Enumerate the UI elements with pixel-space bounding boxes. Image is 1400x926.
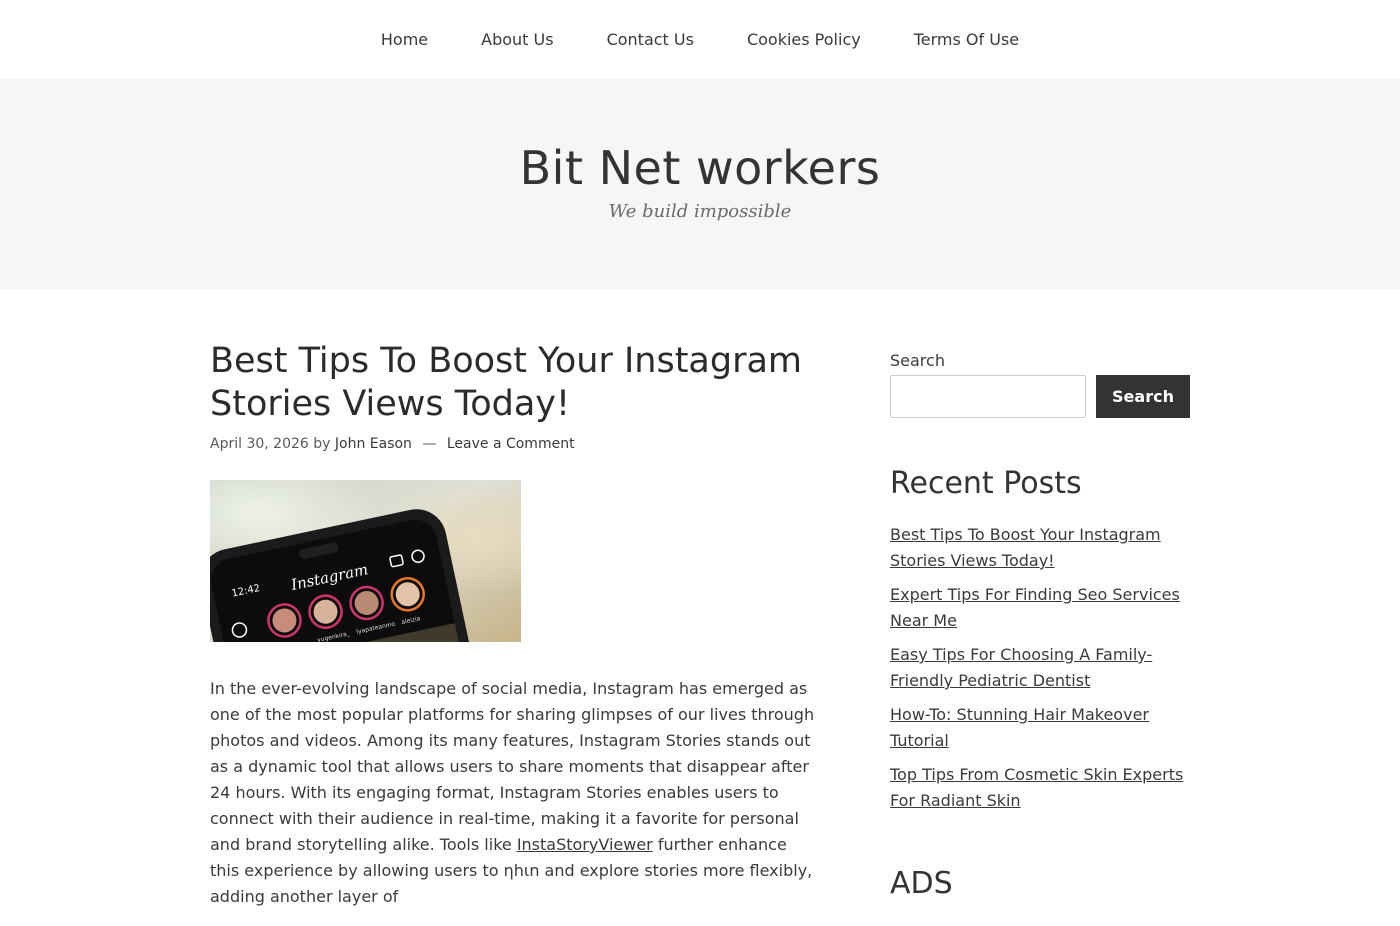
- nav-item-contact-us[interactable]: Contact Us: [580, 0, 720, 79]
- ads-title: ADS: [890, 866, 953, 901]
- search-label: Search: [890, 351, 945, 370]
- list-item: Best Tips To Boost Your Instagram Storie…: [890, 522, 1190, 574]
- list-item: Top Tips From Cosmetic Skin Experts For …: [890, 762, 1190, 814]
- leave-comment-link[interactable]: Leave a Comment: [447, 436, 575, 452]
- post-author-link[interactable]: John Eason: [335, 436, 412, 452]
- recent-post-link[interactable]: Best Tips To Boost Your Instagram Storie…: [890, 525, 1161, 570]
- recent-post-link[interactable]: Easy Tips For Choosing A Family-Friendly…: [890, 645, 1152, 690]
- post-by-label: by: [313, 436, 331, 452]
- featured-image-graphic: 12:42 Instagram gigi_fao yugenkira_: [210, 480, 521, 642]
- post-meta: April 30, 2026 by John Eason — Leave a C…: [210, 434, 820, 454]
- site-header: Bit Net workers We build impossible: [0, 79, 1400, 289]
- search-input[interactable]: [890, 375, 1086, 418]
- site-title[interactable]: Bit Net workers: [0, 138, 1400, 198]
- nav-item-terms-of-use[interactable]: Terms Of Use: [887, 0, 1045, 79]
- post-body-text-1: In the ever-evolving landscape of social…: [210, 679, 815, 854]
- nav-item-home[interactable]: Home: [354, 0, 454, 79]
- main-content: Best Tips To Boost Your Instagram Storie…: [210, 340, 820, 926]
- search-form: Search: [890, 375, 1190, 418]
- post-title[interactable]: Best Tips To Boost Your Instagram Storie…: [210, 340, 820, 426]
- recent-posts-title: Recent Posts: [890, 466, 1082, 501]
- recent-post-link[interactable]: How-To: Stunning Hair Makeover Tutorial: [890, 705, 1149, 750]
- recent-posts-list: Best Tips To Boost Your Instagram Storie…: [890, 522, 1190, 814]
- post-body: In the ever-evolving landscape of social…: [210, 676, 820, 910]
- recent-post-link[interactable]: Top Tips From Cosmetic Skin Experts For …: [890, 765, 1183, 810]
- search-button[interactable]: Search: [1096, 375, 1190, 418]
- site-tagline: We build impossible: [608, 201, 792, 222]
- list-item: How-To: Stunning Hair Makeover Tutorial: [890, 702, 1190, 754]
- sidebar: Search Search Recent Posts Best Tips To …: [890, 350, 1190, 904]
- list-item: Easy Tips For Choosing A Family-Friendly…: [890, 642, 1190, 694]
- instastoryviewer-link[interactable]: InstaStoryViewer: [517, 835, 653, 854]
- nav-item-about-us[interactable]: About Us: [455, 0, 580, 79]
- top-navigation: Home About Us Contact Us Cookies Policy …: [0, 0, 1400, 79]
- post-date[interactable]: April 30, 2026: [210, 436, 309, 452]
- list-item: Expert Tips For Finding Seo Services Nea…: [890, 582, 1190, 634]
- featured-image: 12:42 Instagram gigi_fao yugenkira_: [210, 480, 521, 642]
- meta-separator: —: [422, 436, 437, 452]
- recent-post-link[interactable]: Expert Tips For Finding Seo Services Nea…: [890, 585, 1180, 630]
- nav-item-cookies-policy[interactable]: Cookies Policy: [720, 0, 887, 79]
